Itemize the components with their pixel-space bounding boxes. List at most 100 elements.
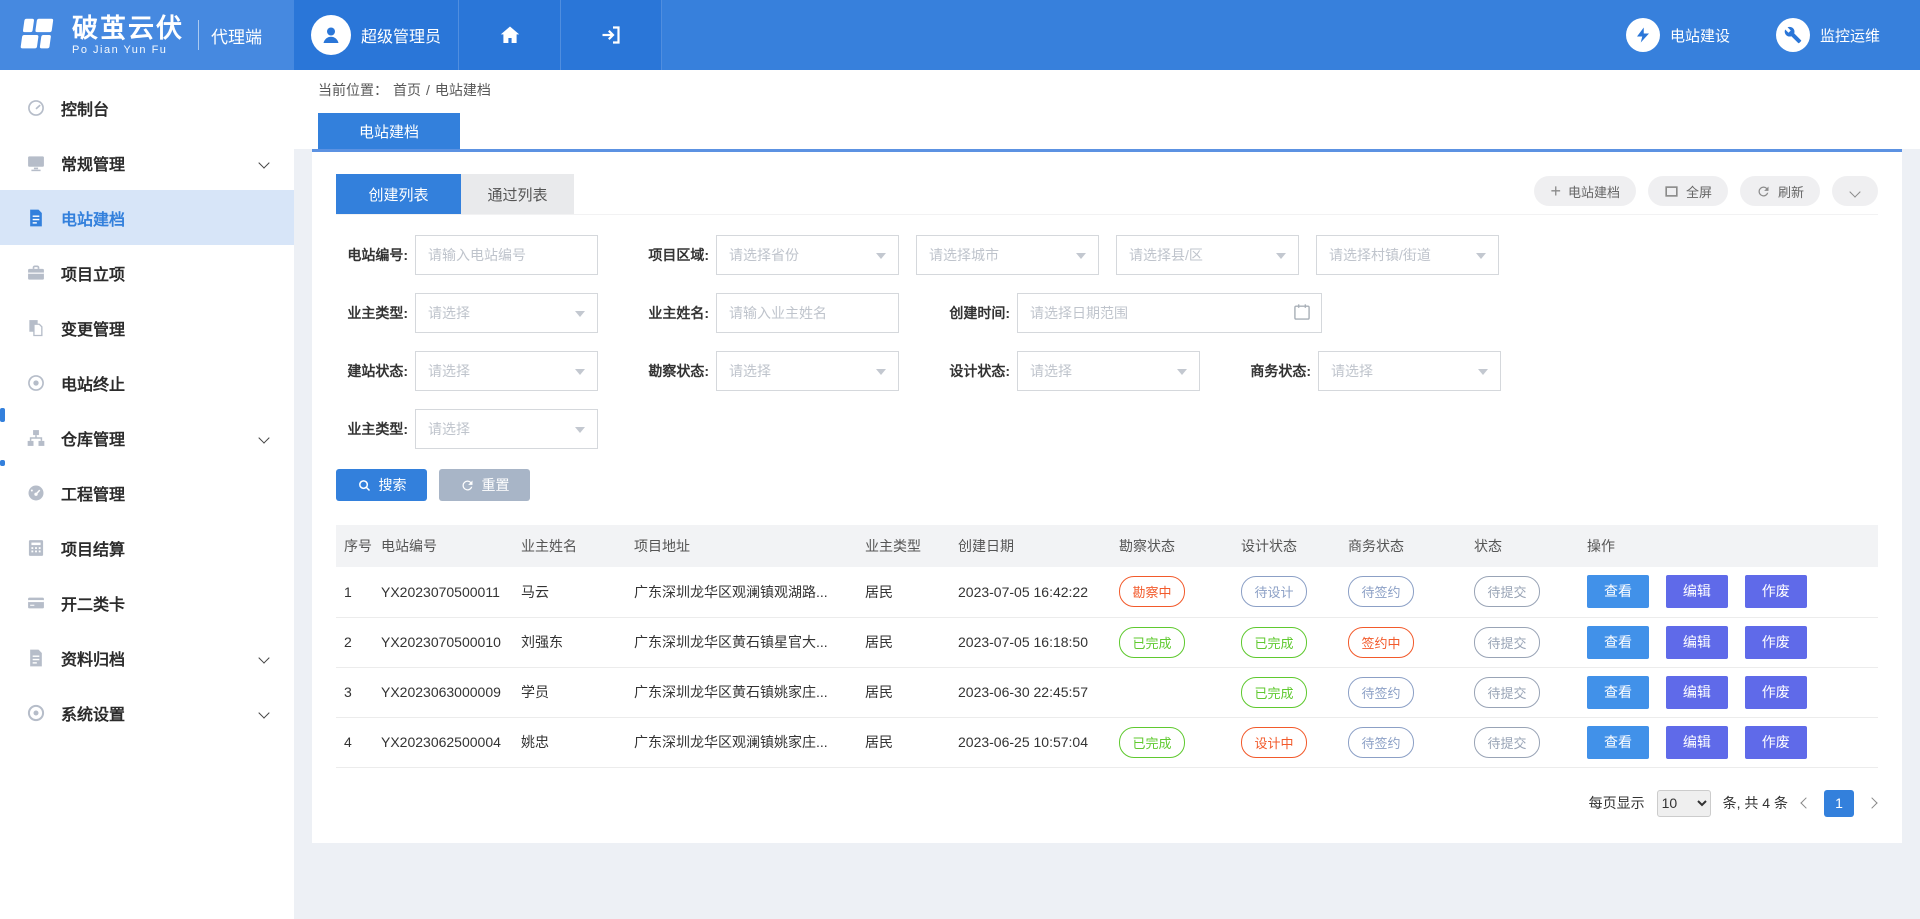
cell-owner: 马云 [513, 567, 626, 617]
create-station-label: 电站建档 [1568, 182, 1620, 201]
filter-owner-name: 业主姓名: [637, 293, 899, 333]
survey-status-select[interactable]: 请选择 [716, 351, 899, 391]
sidebar-item-label: 资料归档 [61, 646, 125, 670]
city-select[interactable]: 请选择城市 [916, 235, 1099, 275]
col-header: 商务状态 [1340, 525, 1466, 567]
reset-button[interactable]: 重置 [439, 469, 530, 501]
view-button[interactable]: 查看 [1587, 676, 1649, 709]
breadcrumb-separator: / [426, 82, 430, 98]
void-button[interactable]: 作废 [1745, 575, 1807, 608]
owner-type-select-2[interactable]: 请选择 [415, 409, 598, 449]
view-button[interactable]: 查看 [1587, 575, 1649, 608]
edit-button[interactable]: 编辑 [1666, 575, 1728, 608]
chevron-down-icon [1851, 184, 1859, 199]
view-button[interactable]: 查看 [1587, 626, 1649, 659]
void-button[interactable]: 作废 [1745, 676, 1807, 709]
sidebar-item-general-mgmt[interactable]: 常规管理 [0, 135, 294, 190]
county-select[interactable]: 请选择县/区 [1116, 235, 1299, 275]
cell-code: YX2023063000009 [373, 667, 513, 717]
date-range-input[interactable] [1017, 293, 1322, 333]
sidebar-item-warehouse-mgmt[interactable]: 仓库管理 [0, 410, 294, 465]
business-status-select[interactable]: 请选择 [1318, 351, 1501, 391]
station-code-input[interactable] [415, 235, 598, 275]
business-status-badge: 待签约 [1348, 677, 1414, 708]
next-page-icon[interactable] [1866, 797, 1878, 809]
cell-owner: 姚忠 [513, 717, 626, 767]
caret-down-icon [1276, 253, 1286, 264]
cell-type: 居民 [857, 617, 950, 667]
page-tab-station-filing[interactable]: 电站建档 [318, 113, 460, 149]
sitemap-icon [26, 428, 46, 448]
logout-button[interactable] [561, 0, 662, 70]
brand-logo-icon [16, 12, 62, 58]
filter-label: 业主类型: [336, 303, 408, 323]
table-row: 2 YX2023070500010 刘强东 广东深圳龙华区黄石镇星官大... 居… [336, 617, 1878, 667]
prev-page-icon[interactable] [1800, 797, 1812, 809]
sidebar-item-station-termination[interactable]: 电站终止 [0, 355, 294, 410]
col-header: 创建日期 [950, 525, 1111, 567]
sidebar-item-label: 工程管理 [61, 481, 125, 505]
nav-item-construction[interactable]: 电站建设 [1626, 18, 1730, 52]
fullscreen-button[interactable]: 全屏 [1648, 176, 1728, 206]
caret-down-icon [1076, 253, 1086, 264]
view-button[interactable]: 查看 [1587, 726, 1649, 759]
cell-owner: 学员 [513, 667, 626, 717]
sidebar-item-project-settlement[interactable]: 项目结算 [0, 520, 294, 575]
sidebar-item-label: 电站建档 [61, 206, 125, 230]
cell-code: YX2023070500011 [373, 567, 513, 617]
sidebar-item-console[interactable]: 控制台 [0, 80, 294, 135]
edit-button[interactable]: 编辑 [1666, 726, 1728, 759]
edit-button[interactable]: 编辑 [1666, 626, 1728, 659]
table-row: 1 YX2023070500011 马云 广东深圳龙华区观澜镇观湖路... 居民… [336, 567, 1878, 617]
sidebar-item-label: 项目结算 [61, 536, 125, 560]
void-button[interactable]: 作废 [1745, 726, 1807, 759]
sidebar-item-engineering-mgmt[interactable]: 工程管理 [0, 465, 294, 520]
void-button[interactable]: 作废 [1745, 626, 1807, 659]
province-select[interactable]: 请选择省份 [716, 235, 899, 275]
main-area: 控制台 常规管理 电站建档 项目立项 [0, 70, 1920, 919]
search-button[interactable]: 搜索 [336, 469, 427, 501]
top-strip: 当前位置： 首页 / 电站建档 电站建档 [294, 70, 1920, 149]
sidebar-scroll-indicator [0, 460, 5, 466]
owner-name-input[interactable] [716, 293, 899, 333]
top-header: 破茧云伏 Po Jian Yun Fu 代理端 超级管理员 [0, 0, 1920, 70]
sidebar-item-system-settings[interactable]: 系统设置 [0, 685, 294, 740]
design-status-select[interactable]: 请选择 [1017, 351, 1200, 391]
per-page-select[interactable]: 10 [1657, 790, 1711, 817]
filter-label: 商务状态: [1239, 361, 1311, 381]
tab-passed-list[interactable]: 通过列表 [461, 174, 574, 214]
edit-button[interactable]: 编辑 [1666, 676, 1728, 709]
build-status-select[interactable]: 请选择 [415, 351, 598, 391]
sidebar-item-station-filing[interactable]: 电站建档 [0, 190, 294, 245]
create-station-button[interactable]: + 电站建档 [1534, 176, 1636, 206]
breadcrumb: 当前位置： 首页 / 电站建档 [318, 70, 1920, 110]
breadcrumb-current: 电站建档 [435, 80, 491, 100]
sidebar-item-data-archive[interactable]: 资料归档 [0, 630, 294, 685]
status-badge: 待提交 [1474, 576, 1540, 607]
home-button[interactable] [459, 0, 561, 70]
select-placeholder: 请选择省份 [729, 245, 799, 265]
refresh-button[interactable]: 刷新 [1740, 176, 1820, 206]
page-number-button[interactable]: 1 [1824, 790, 1854, 817]
filter-create-time: 创建时间: [938, 293, 1322, 333]
town-select[interactable]: 请选择村镇/街道 [1316, 235, 1499, 275]
tab-create-list[interactable]: 创建列表 [336, 174, 461, 214]
table-header-row: 序号 电站编号 业主姓名 项目地址 业主类型 创建日期 勘察状态 设计状态 商务… [336, 525, 1878, 567]
user-menu[interactable]: 超级管理员 [294, 0, 459, 70]
sidebar-item-project-initiation[interactable]: 项目立项 [0, 245, 294, 300]
breadcrumb-home[interactable]: 首页 [393, 80, 421, 100]
portal-badge: 代理端 [211, 23, 262, 48]
refresh-label: 刷新 [1778, 182, 1804, 201]
filter-owner-type: 业主类型: 请选择 [336, 293, 598, 333]
collapse-toolbar-button[interactable] [1832, 176, 1878, 206]
select-placeholder: 请选择村镇/街道 [1329, 245, 1431, 265]
filter-owner-type-2: 业主类型: 请选择 [336, 409, 598, 449]
nav-item-operations[interactable]: 监控运维 [1776, 18, 1880, 52]
sidebar-item-open-card[interactable]: 开二类卡 [0, 575, 294, 630]
date-range-wrap [1017, 293, 1322, 333]
owner-type-select[interactable]: 请选择 [415, 293, 598, 333]
cell-type: 居民 [857, 567, 950, 617]
sidebar-item-change-mgmt[interactable]: 变更管理 [0, 300, 294, 355]
caret-down-icon [1177, 369, 1187, 380]
design-status-badge: 待设计 [1241, 576, 1307, 607]
